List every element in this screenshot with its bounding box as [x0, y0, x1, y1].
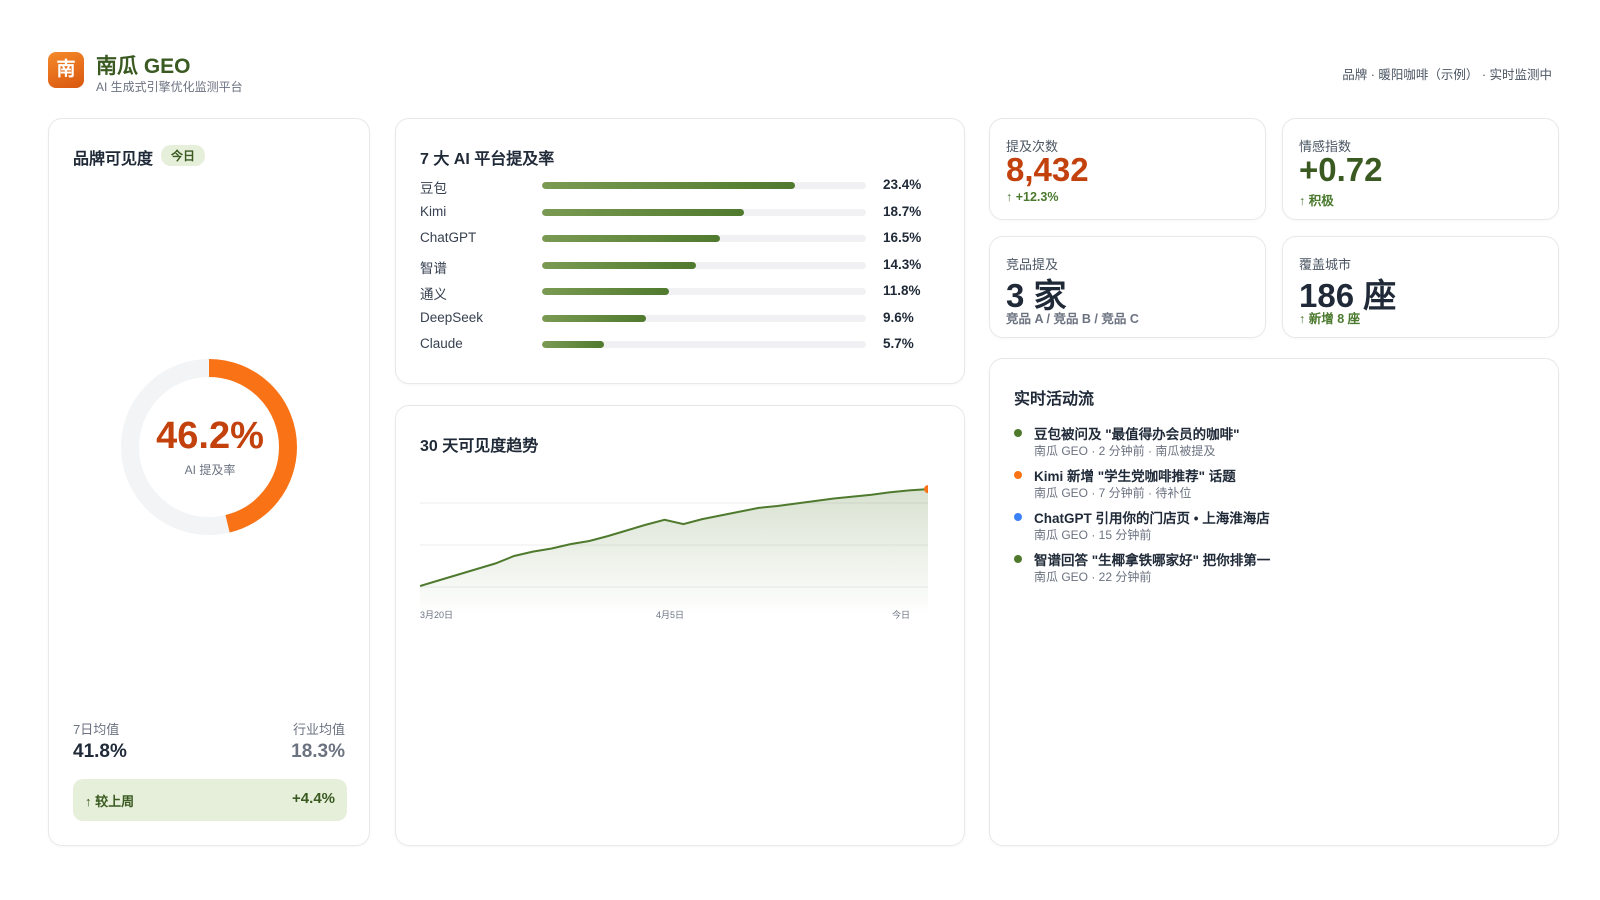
brand-status: 品牌 · 暖阳咖啡（示例） · 实时监测中	[1342, 68, 1552, 82]
platform-row[interactable]: DeepSeek 9.6%	[420, 309, 942, 329]
avg7-value: 41.8%	[73, 741, 127, 762]
platform-percent: 14.3%	[883, 256, 922, 272]
visibility-title: 品牌可见度	[73, 151, 154, 168]
trend-title: 30 天可见度趋势	[420, 438, 539, 455]
platform-bar	[542, 341, 604, 348]
platform-row[interactable]: Claude 5.7%	[420, 335, 942, 355]
platform-bar	[542, 208, 744, 216]
trend-card: 30 天可见度趋势 3月20日 4月5日 今日	[395, 405, 965, 846]
activity-card: 实时活动流 豆包被问及 "最值得办会员的咖啡" 南瓜 GEO · 2 分钟前 · …	[989, 358, 1559, 846]
kpi-competitors-list: 竞品 A / 竞品 B / 竞品 C	[1006, 312, 1139, 326]
platform-row[interactable]: Kimi 18.7%	[420, 203, 942, 223]
kpi-sentiment-card: 情感指数 +0.72 ↑ 积极	[1282, 118, 1559, 220]
visibility-card: 品牌可见度 今日 46.2% AI 提及率 7日均值 41.8% 行业均值 18…	[48, 118, 370, 846]
activity-item[interactable]: 豆包被问及 "最值得办会员的咖啡" 南瓜 GEO · 2 分钟前 · 南瓜被提及	[1014, 423, 1534, 459]
visibility-value: 46.2%	[156, 415, 264, 457]
kpi-sentiment-value: +0.72	[1299, 151, 1383, 188]
activity-title: 实时活动流	[1014, 391, 1095, 408]
platform-name: 智谱	[420, 260, 447, 276]
kpi-mentions-change: ↑ +12.3%	[1006, 190, 1059, 204]
platform-row[interactable]: ChatGPT 16.5%	[420, 229, 942, 249]
kpi-competitors-card: 竞品提及 3 家 竞品 A / 竞品 B / 竞品 C	[989, 236, 1266, 338]
app-title: 南瓜 GEO	[96, 55, 191, 78]
kpi-mentions-value: 8,432	[1006, 151, 1089, 188]
activity-status-dot	[1014, 429, 1022, 437]
platform-bar-track	[542, 208, 866, 216]
trend-x-tick: 今日	[892, 609, 910, 620]
app-subtitle: AI 生成式引擎优化监测平台	[96, 80, 243, 94]
platform-bar-track	[542, 314, 866, 322]
industry-avg-value: 18.3%	[291, 741, 345, 762]
kpi-mentions-card: 提及次数 8,432 ↑ +12.3%	[989, 118, 1266, 220]
activity-title-text: 豆包被问及 "最值得办会员的咖啡"	[1034, 427, 1240, 442]
platform-name: Claude	[420, 336, 463, 351]
platform-name: Kimi	[420, 203, 447, 219]
platform-bar	[542, 314, 646, 322]
activity-status-dot	[1014, 471, 1022, 479]
activity-meta: 南瓜 GEO · 15 分钟前	[1034, 528, 1152, 542]
activity-title-text: 智谱回答 "生椰拿铁哪家好" 把你排第一	[1034, 553, 1271, 568]
activity-item[interactable]: Kimi 新增 "学生党咖啡推荐" 话题 南瓜 GEO · 7 分钟前 · 待补位	[1014, 465, 1534, 501]
wow-value: +4.4%	[292, 790, 335, 807]
activity-title-text: Kimi 新增 "学生党咖啡推荐" 话题	[1034, 469, 1236, 484]
platform-bar-track	[542, 261, 866, 269]
platform-percent: 5.7%	[883, 336, 914, 351]
trend-chart: 3月20日 4月5日 今日	[420, 485, 928, 620]
platform-bar-track	[542, 235, 866, 242]
wow-label: ↑ 较上周	[85, 794, 135, 809]
platform-percent: 23.4%	[883, 177, 922, 192]
platform-row[interactable]: 智谱 14.3%	[420, 256, 942, 276]
kpi-sentiment-change: ↑ 积极	[1299, 194, 1334, 208]
platforms-card: 7 大 AI 平台提及率 豆包 23.4% Kimi 18.7% ChatGPT 16.5…	[395, 118, 965, 384]
platform-row[interactable]: 通义 11.8%	[420, 282, 942, 302]
platform-percent: 11.8%	[883, 283, 921, 298]
activity-item[interactable]: 智谱回答 "生椰拿铁哪家好" 把你排第一 南瓜 GEO · 22 分钟前	[1014, 549, 1534, 585]
platform-name: DeepSeek	[420, 309, 484, 325]
visibility-value-label: AI 提及率	[184, 463, 236, 477]
today-badge: 今日	[161, 145, 206, 166]
platform-name: 豆包	[420, 181, 447, 196]
platforms-title: 7 大 AI 平台提及率	[420, 151, 555, 168]
platform-bar	[542, 182, 795, 189]
platform-bar	[542, 235, 721, 242]
platform-bar	[542, 261, 697, 269]
platform-percent: 16.5%	[883, 230, 922, 245]
activity-meta: 南瓜 GEO · 22 分钟前	[1034, 570, 1152, 584]
app-header: 南 南瓜 GEO AI 生成式引擎优化监测平台 品牌 · 暖阳咖啡（示例） · …	[48, 48, 1552, 96]
platform-bar-track	[542, 288, 866, 295]
platform-bar	[542, 288, 670, 295]
platform-percent: 18.7%	[883, 203, 922, 219]
trend-x-tick: 4月5日	[656, 610, 684, 620]
activity-meta: 南瓜 GEO · 2 分钟前 · 南瓜被提及	[1034, 444, 1216, 458]
platform-percent: 9.6%	[883, 309, 914, 325]
industry-avg-label: 行业均值	[292, 722, 345, 737]
platform-name: ChatGPT	[420, 230, 477, 245]
activity-status-dot	[1014, 555, 1022, 563]
kpi-cities-change: ↑ 新增 8 座	[1299, 312, 1361, 326]
platform-bar-track	[542, 341, 866, 348]
trend-area	[420, 489, 928, 616]
platform-bar-track	[542, 182, 866, 189]
platform-name: 通义	[420, 287, 447, 302]
activity-meta: 南瓜 GEO · 7 分钟前 · 待补位	[1034, 486, 1192, 500]
activity-status-dot	[1014, 513, 1022, 521]
platform-row[interactable]: 豆包 23.4%	[420, 176, 942, 196]
kpi-cities-card: 覆盖城市 186 座 ↑ 新增 8 座	[1282, 236, 1559, 338]
trend-x-tick: 3月20日	[420, 610, 453, 620]
activity-item[interactable]: ChatGPT 引用你的门店页 • 上海淮海店 南瓜 GEO · 15 分钟前	[1014, 507, 1534, 543]
activity-title-text: ChatGPT 引用你的门店页 • 上海淮海店	[1034, 511, 1270, 526]
app-logo[interactable]: 南	[48, 52, 84, 88]
week-over-week-bar: ↑ 较上周 +4.4%	[73, 779, 347, 821]
avg7-label: 7日均值	[73, 722, 120, 737]
